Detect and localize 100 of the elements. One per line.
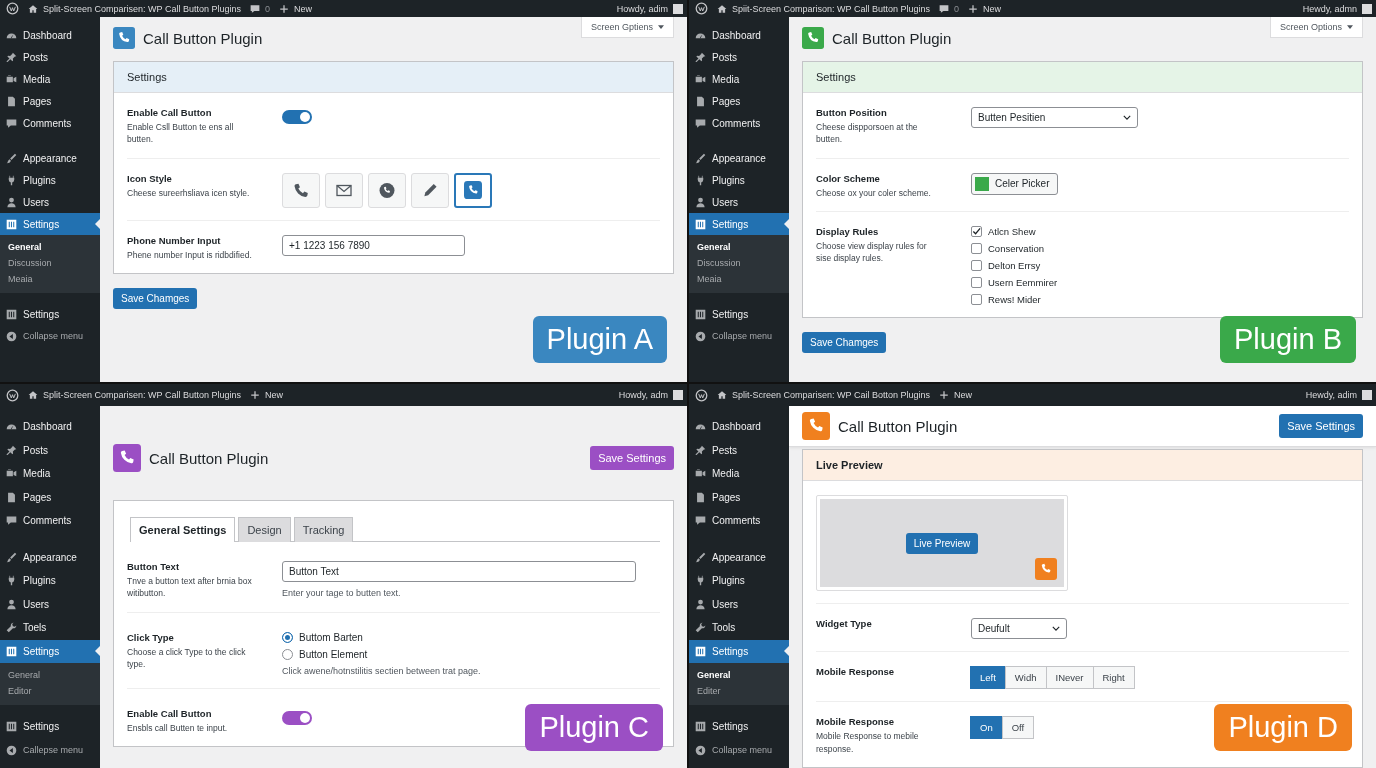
sidebar-menu-item[interactable]: Comments xyxy=(689,112,789,134)
sidebar-menu-item[interactable]: Plugins xyxy=(0,169,100,191)
plus-icon[interactable] xyxy=(249,390,260,400)
plus-icon[interactable] xyxy=(967,3,978,14)
plus-icon[interactable] xyxy=(938,390,949,400)
sidebar-menu-item[interactable]: Dashboard xyxy=(0,415,100,439)
new-link[interactable]: New xyxy=(293,3,312,14)
greeting-link[interactable]: Howdy, adm xyxy=(618,390,668,400)
circle-logo-icon[interactable] xyxy=(695,388,708,402)
sidebar-menu-item[interactable]: Plugins xyxy=(0,569,100,593)
sidebar-menu-item[interactable]: Settings xyxy=(0,715,100,739)
toggle-switch[interactable] xyxy=(282,110,312,124)
submenu-item[interactable]: General xyxy=(0,667,100,683)
sidebar-menu-item[interactable]: Plugins xyxy=(689,569,789,593)
dropdown-select[interactable]: Butten Pesitien xyxy=(971,107,1138,128)
dropdown-select[interactable]: Deufult xyxy=(971,618,1067,640)
save-changes-button[interactable]: Save Chamges xyxy=(802,331,887,353)
toggle-switch[interactable] xyxy=(282,710,312,725)
save-settings-button[interactable]: Save Settings xyxy=(590,446,674,470)
segment-button[interactable]: Right xyxy=(1092,666,1135,690)
house-icon[interactable] xyxy=(717,3,727,14)
sidebar-menu-item[interactable]: Settings xyxy=(689,213,789,235)
sidebar-menu-item[interactable]: Posts xyxy=(0,438,100,462)
sidebar-menu-item[interactable]: Settings xyxy=(0,213,100,235)
segment-button[interactable]: INever xyxy=(1045,666,1094,690)
comment-count[interactable]: 0 xyxy=(264,3,270,14)
sidebar-menu-item[interactable]: Media xyxy=(0,68,100,90)
sidebar-menu-item[interactable]: Settings xyxy=(0,303,100,325)
checkbox-label[interactable]: Atlcn Shew xyxy=(988,225,1036,237)
checkbox[interactable] xyxy=(971,259,982,271)
submenu-item[interactable]: Discussion xyxy=(0,255,100,271)
sidebar-menu-item[interactable]: Appearance xyxy=(0,147,100,169)
comment-count[interactable]: 0 xyxy=(953,3,959,14)
sidebar-menu-item[interactable]: Tools xyxy=(689,616,789,640)
settings-tab[interactable]: Design xyxy=(238,517,291,542)
greeting-link[interactable]: Hewdy, admn xyxy=(1302,3,1357,14)
sidebar-menu-item[interactable]: Pages xyxy=(689,485,789,509)
sidebar-menu-item[interactable]: Appearance xyxy=(689,545,789,569)
submenu-item[interactable]: Meaia xyxy=(0,271,100,287)
checkbox-label[interactable]: Conservation xyxy=(988,242,1044,254)
radio-button[interactable] xyxy=(282,631,293,643)
screen-options-button[interactable]: Screen Gptiens xyxy=(580,17,674,38)
sidebar-menu-item[interactable]: Users xyxy=(0,592,100,616)
radio-label[interactable]: Buttom Barten xyxy=(299,631,363,643)
checkbox-label[interactable]: Delton Errsy xyxy=(988,259,1041,271)
sidebar-menu-item[interactable]: Collapse menu xyxy=(689,738,789,762)
site-title-link[interactable]: Split-Screen Comparisen: WP Call Button Plugins xyxy=(43,3,241,14)
submenu-item[interactable]: Discussion xyxy=(689,255,789,271)
sidebar-menu-item[interactable]: Users xyxy=(689,191,789,213)
sidebar-menu-item[interactable]: Collapse menu xyxy=(0,325,100,347)
sidebar-menu-item[interactable]: Settings xyxy=(0,639,100,663)
sidebar-menu-item[interactable]: Collapse menu xyxy=(689,325,789,347)
plus-icon[interactable] xyxy=(278,3,289,14)
screen-options-button[interactable]: Screen Options xyxy=(1269,17,1363,38)
submenu-item[interactable]: Meaia xyxy=(689,271,789,287)
checkbox[interactable] xyxy=(971,293,982,305)
checkbox[interactable] xyxy=(971,225,982,237)
new-link[interactable]: New xyxy=(953,390,972,400)
segment-button[interactable]: On xyxy=(970,716,1003,740)
checkbox[interactable] xyxy=(971,276,982,288)
sidebar-menu-item[interactable]: Comments xyxy=(689,509,789,533)
submenu-item[interactable]: Editor xyxy=(0,683,100,699)
sidebar-menu-item[interactable]: Toels xyxy=(0,616,100,640)
avatar-icon[interactable] xyxy=(673,3,683,14)
submenu-item[interactable]: General xyxy=(0,239,100,255)
floating-call-button[interactable] xyxy=(1035,558,1057,581)
new-link[interactable]: New xyxy=(982,3,1001,14)
text-input-field[interactable]: +1 1223 156 7890 xyxy=(282,234,465,256)
new-link[interactable]: New xyxy=(264,390,283,400)
save-changes-button[interactable]: Save Chamges xyxy=(113,287,198,309)
sidebar-menu-item[interactable]: Pests xyxy=(689,438,789,462)
house-icon[interactable] xyxy=(717,390,727,400)
sidebar-menu-item[interactable]: Comments xyxy=(0,509,100,533)
sidebar-menu-item[interactable]: Comments xyxy=(0,112,100,134)
greeting-link[interactable]: Howdy, adim xyxy=(616,3,668,14)
sidebar-menu-item[interactable]: Settings xyxy=(689,715,789,739)
site-title-link[interactable]: Split-Screen Comparisen: WP Cail Botton Plugins xyxy=(732,390,930,400)
sidebar-menu-item[interactable]: Settings xyxy=(689,303,789,325)
checkbox-label[interactable]: Usern Eemmirer xyxy=(988,276,1058,288)
segment-button[interactable]: Left xyxy=(970,666,1006,690)
checkbox-label[interactable]: Rews! Mider xyxy=(988,293,1041,305)
save-settings-button[interactable]: Save Settings xyxy=(1279,414,1363,439)
sidebar-menu-item[interactable]: Posts xyxy=(0,46,100,68)
color-picker-button[interactable]: Celer Picker xyxy=(971,172,1059,195)
sidebar-menu-item[interactable]: Settings xyxy=(689,639,789,663)
sidebar-menu-item[interactable]: Appearance xyxy=(0,545,100,569)
sidebar-menu-item[interactable]: Dashboard xyxy=(0,24,100,46)
sidebar-menu-item[interactable]: Media xyxy=(0,462,100,486)
sidebar-menu-item[interactable]: Media xyxy=(689,462,789,486)
sidebar-menu-item[interactable]: Dashboard xyxy=(689,24,789,46)
sidebar-menu-item[interactable]: Callepse menu xyxy=(0,738,100,762)
radio-label[interactable]: Button Element xyxy=(299,648,368,660)
circle-logo-icon[interactable] xyxy=(695,2,708,15)
sidebar-menu-item[interactable]: Posts xyxy=(689,46,789,68)
live-preview-button[interactable]: Live Preview xyxy=(905,532,979,554)
submenu-item[interactable]: General xyxy=(689,239,789,255)
sidebar-menu-item[interactable]: Pages xyxy=(689,90,789,112)
checkbox[interactable] xyxy=(971,242,982,254)
segment-button[interactable]: Widh xyxy=(1004,666,1047,690)
house-icon[interactable] xyxy=(28,390,38,400)
